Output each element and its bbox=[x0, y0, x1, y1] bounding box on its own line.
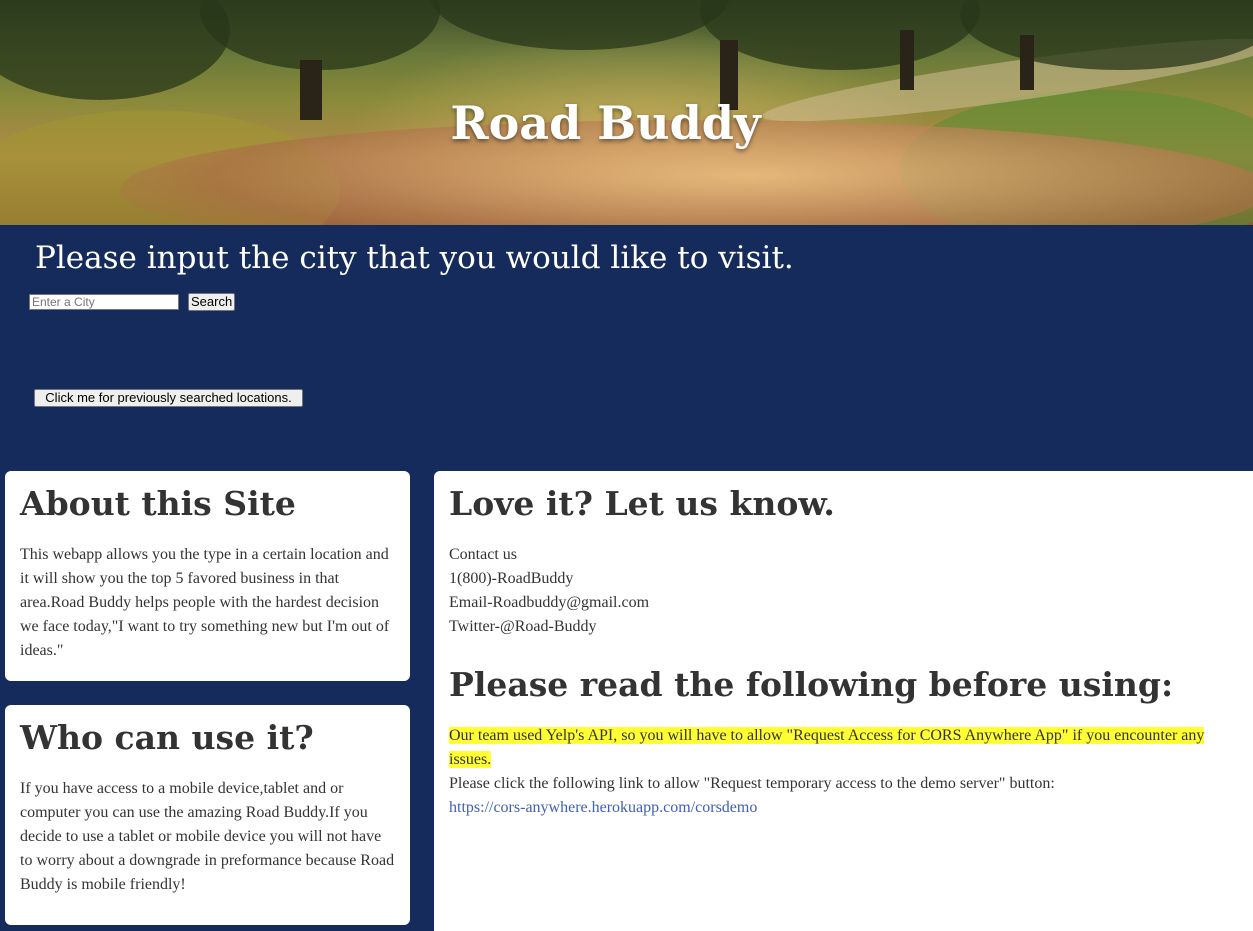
notice-instruction: Please click the following link to allow… bbox=[449, 775, 1055, 792]
notice-text: Our team used Yelp's API, so you will ha… bbox=[449, 724, 1249, 820]
cors-demo-link[interactable]: https://cors-anywhere.herokuapp.com/cors… bbox=[449, 799, 757, 816]
city-input[interactable] bbox=[29, 294, 179, 310]
notice-title: Please read the following before using: bbox=[449, 665, 1174, 704]
search-button[interactable]: Search bbox=[188, 293, 235, 311]
about-card: About this Site This webapp allows you t… bbox=[5, 471, 410, 681]
contact-twitter: Twitter-@Road-Buddy bbox=[449, 618, 597, 635]
contact-email: Email-Roadbuddy@gmail.com bbox=[449, 594, 650, 611]
site-title: Road Buddy bbox=[450, 96, 761, 150]
who-title: Who can use it? bbox=[20, 718, 314, 757]
about-title: About this Site bbox=[20, 484, 296, 523]
who-text: If you have access to a mobile device,ta… bbox=[20, 780, 395, 893]
about-text: This webapp allows you the type in a cer… bbox=[20, 546, 390, 659]
contact-title: Love it? Let us know. bbox=[449, 484, 835, 523]
search-prompt: Please input the city that you would lik… bbox=[35, 240, 794, 276]
contact-card: Love it? Let us know. Contact us 1(800)-… bbox=[434, 471, 1253, 931]
cors-warning: Our team used Yelp's API, so you will ha… bbox=[449, 727, 1205, 768]
contact-phone: 1(800)-RoadBuddy bbox=[449, 570, 574, 587]
hero-banner: Road Buddy bbox=[0, 0, 1253, 225]
contact-heading: Contact us bbox=[449, 546, 517, 563]
who-card: Who can use it? If you have access to a … bbox=[5, 705, 410, 925]
previous-searches-button[interactable]: Click me for previously searched locatio… bbox=[34, 389, 303, 407]
